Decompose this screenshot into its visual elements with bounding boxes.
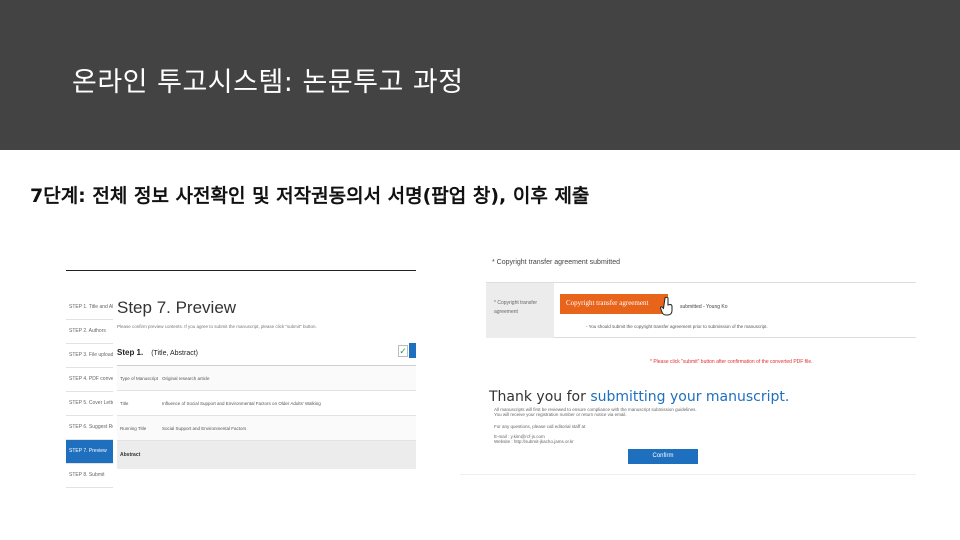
row-key: Type of Manuscript (120, 375, 159, 381)
sidebar-item-step6[interactable]: STEP 6. Suggest Reviewers (66, 416, 113, 440)
copyright-agreement-button[interactable]: Copyright transfer agreement (560, 294, 668, 314)
sidebar-item-step7[interactable]: STEP 7. Preview (66, 440, 113, 464)
row-key: Running Title (120, 425, 147, 431)
info-line: You will receive your registration numbe… (494, 412, 627, 417)
row-key: Title (120, 400, 129, 406)
step-heading: 7단계: 전체 정보 사전확인 및 저작권동의서 서명(팝업 창), 이후 제출 (30, 185, 590, 207)
info-line: For any questions, please call editorial… (494, 424, 586, 429)
confirm-button[interactable]: Confirm (628, 449, 698, 464)
row-value: Influence of Social Support and Environm… (162, 400, 321, 406)
preview-screenshot: STEP 1. Title and Abstract STEP 2. Autho… (66, 270, 416, 488)
sidebar-item-step4[interactable]: STEP 4. PDF conversion (66, 368, 113, 392)
hand-pointer-icon (660, 296, 673, 316)
step1-label: Step 1. (117, 348, 144, 357)
preview-table: Type of Manuscript Original research art… (117, 366, 416, 441)
sidebar-item-step1[interactable]: STEP 1. Title and Abstract (66, 296, 113, 320)
copyright-note: - You should submit the copyright transf… (586, 324, 768, 329)
table-row: Title Influence of Social Support and En… (117, 391, 416, 416)
preview-main: Step 7. Preview Please confirm preview c… (117, 296, 416, 488)
slide-header: 온라인 투고시스템: 논문투고 과정 (0, 0, 960, 150)
thank-you-highlight: submitting your manuscript. (590, 389, 790, 405)
website-line: Website : http://submit-jkacho.jams.or.k… (494, 439, 574, 444)
row-value: Original research article (162, 375, 210, 381)
submission-screenshot: * Copyright transfer agreement submitted… (460, 248, 920, 476)
sidebar-item-step2[interactable]: STEP 2. Authors (66, 320, 113, 344)
copyright-submitted-text: * Copyright transfer agreement submitted (492, 259, 621, 266)
copyright-label-cell: * Copyright transfer agreement (486, 283, 554, 338)
table-row: Type of Manuscript Original research art… (117, 366, 416, 391)
preview-title: Step 7. Preview (117, 298, 237, 317)
sidebar-item-step8[interactable]: STEP 8. Submit (66, 464, 113, 488)
abstract-label: Abstract (117, 441, 416, 469)
copyright-status: submitted - Young Ko (680, 304, 728, 310)
sidebar-item-step3[interactable]: STEP 3. File upload (66, 344, 113, 368)
table-row: Running Title Social Support and Environ… (117, 416, 416, 441)
divider (460, 474, 916, 475)
step1-section-header: Step 1. (Title, Abstract) ✓ (117, 336, 416, 366)
step1-sub: (Title, Abstract) (151, 350, 198, 357)
preview-note: Please confirm preview contents. If you … (117, 324, 317, 329)
thank-you-prefix: Thank you for (489, 389, 591, 405)
step-sidebar: STEP 1. Title and Abstract STEP 2. Autho… (66, 296, 113, 488)
sidebar-item-step5[interactable]: STEP 5. Cover Letter (66, 392, 113, 416)
check-icon: ✓ (398, 345, 408, 357)
divider (66, 270, 416, 271)
modify-button[interactable] (409, 343, 416, 358)
thank-you-heading: Thank you for submitting your manuscript… (489, 389, 789, 405)
copyright-table: * Copyright transfer agreement Copyright… (486, 282, 916, 338)
submit-warning: * Please click "submit" button after con… (650, 359, 813, 365)
row-value: Social Support and Environmental Factors (162, 425, 247, 431)
slide-title: 온라인 투고시스템: 논문투고 과정 (72, 67, 464, 98)
